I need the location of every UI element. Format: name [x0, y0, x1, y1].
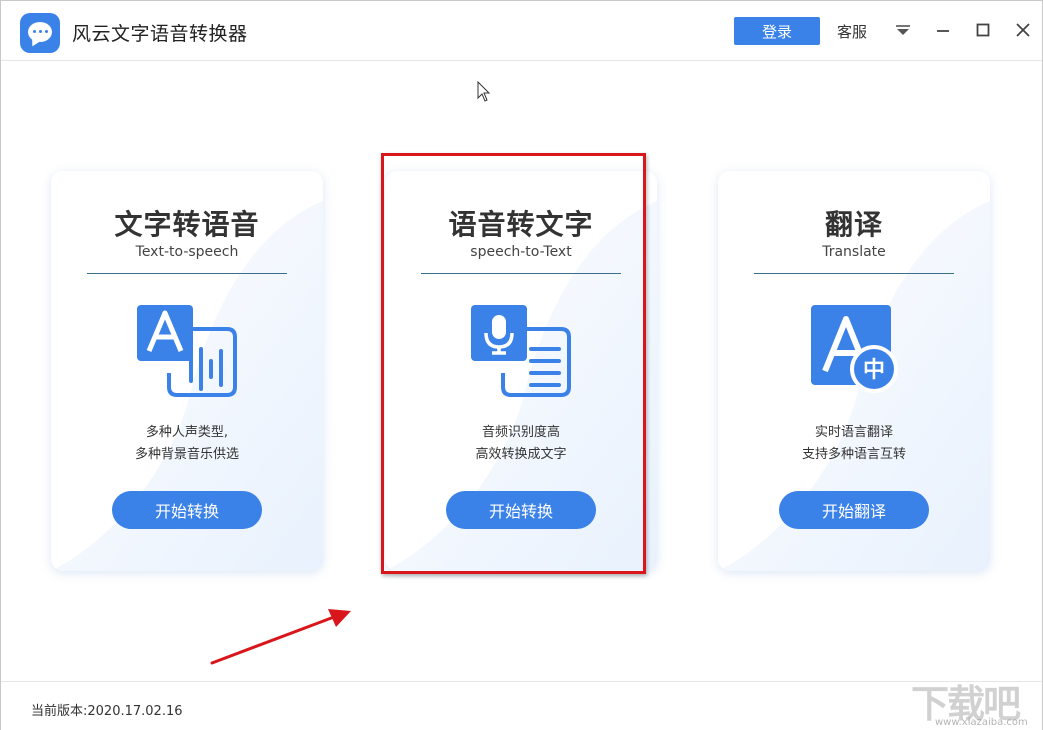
- chat-bubble-icon: [20, 13, 60, 53]
- card-title: 翻译: [824, 208, 883, 241]
- watermark-logo: 下载吧 www.xiazaiba.com: [907, 673, 1042, 730]
- start-translate-button[interactable]: 开始翻译: [779, 491, 929, 529]
- login-button[interactable]: 登录: [734, 17, 820, 45]
- translate-icon: 中: [811, 305, 898, 393]
- text-to-speech-icon: [137, 305, 237, 397]
- card-desc-line: 实时语言翻译: [814, 425, 893, 440]
- translate-icon-glyph: 中: [863, 358, 885, 383]
- card-divider: [754, 273, 954, 274]
- status-footer: 当前版本:2020.17.02.16: [1, 681, 1042, 730]
- card-description: 多种人声类型, 多种背景音乐供选: [51, 422, 323, 466]
- close-icon[interactable]: [1013, 20, 1033, 40]
- app-title: 风云文字语音转换器: [72, 23, 248, 45]
- mouse-cursor-icon: [477, 81, 491, 102]
- dropdown-menu-icon[interactable]: [893, 20, 913, 40]
- card-desc-line: 多种人声类型,: [145, 425, 229, 440]
- card-translate[interactable]: 翻译 Translate 中 实时语言翻译 支持多种语言互转 开始翻译: [718, 171, 990, 571]
- card-title: 文字转语音: [114, 208, 260, 241]
- card-divider: [87, 273, 287, 274]
- annotation-highlight-box: [381, 153, 646, 574]
- card-text-to-speech[interactable]: 文字转语音 Text-to-speech 多种人声类型, 多种背景音乐供选 开始…: [51, 171, 323, 571]
- version-label: 当前版本:: [31, 704, 88, 719]
- title-bar: 风云文字语音转换器 登录 客服: [1, 1, 1042, 61]
- app-window: 风云文字语音转换器 登录 客服 文字转语音 Text-to-speech 多种人…: [0, 0, 1043, 730]
- card-description: 实时语言翻译 支持多种语言互转: [718, 422, 990, 466]
- maximize-icon[interactable]: [973, 20, 993, 40]
- version-info: 当前版本:2020.17.02.16: [31, 700, 183, 719]
- card-subtitle: Text-to-speech: [135, 244, 239, 260]
- customer-service-link[interactable]: 客服: [837, 21, 867, 42]
- minimize-icon[interactable]: [933, 20, 953, 40]
- version-value: 2020.17.02.16: [87, 704, 183, 719]
- watermark-url: www.xiazaiba.com: [935, 717, 1028, 728]
- card-desc-line: 支持多种语言互转: [801, 447, 906, 462]
- card-desc-line: 多种背景音乐供选: [134, 447, 239, 462]
- annotation-arrow-icon: [210, 609, 351, 665]
- start-convert-button[interactable]: 开始转换: [112, 491, 262, 529]
- card-subtitle: Translate: [822, 244, 886, 260]
